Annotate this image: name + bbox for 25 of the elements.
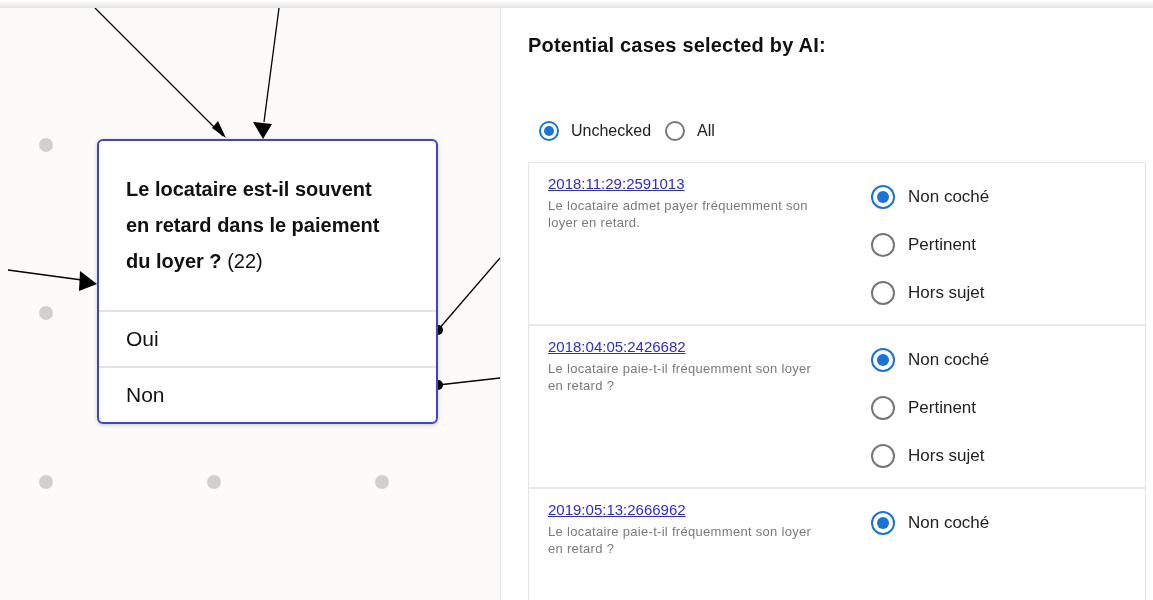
question-node[interactable]: Le locataire est-il souvent en retard dans le paiement du loyer ? (22) Oui Non [97, 139, 438, 424]
filter-radio[interactable]: Unchecked [539, 121, 652, 141]
case-description: Le locataire admet payer fréquemment son loyer en retard. [548, 197, 809, 231]
case-link[interactable]: 2019:05:13:2666962 [548, 501, 686, 518]
case-link[interactable]: 2018:11:29:2591013 [548, 175, 685, 192]
grid-dot [39, 138, 53, 152]
status-radio[interactable]: Non coché [871, 499, 990, 547]
node-question: Le locataire est-il souvent en retard dans le paiement du loyer ? (22) [125, 177, 381, 274]
status-radio[interactable]: Pertinent [871, 221, 990, 269]
status-radio[interactable]: Non coché [871, 336, 990, 384]
filter-radio[interactable]: All [665, 121, 715, 141]
case-description: Le locataire paie-t-il fréquemment son loyer en retard ? [548, 360, 813, 394]
grid-dot [375, 475, 389, 489]
status-radio[interactable]: Hors sujet [871, 269, 990, 317]
status-radio[interactable]: Pertinent [871, 384, 990, 432]
status-radio[interactable]: Hors sujet [871, 432, 990, 480]
case-link[interactable]: 2018:04:05:2426682 [548, 338, 686, 355]
grid-dot [39, 306, 53, 320]
status-radio[interactable]: Non coché [871, 173, 990, 221]
case-description: Le locataire paie-t-il fréquemment son loyer en retard ? [548, 523, 813, 557]
panel-title: Potential cases selected by AI: [528, 34, 827, 57]
node-answer[interactable]: Oui [99, 310, 436, 366]
grid-dot [39, 475, 53, 489]
grid-dot [207, 475, 221, 489]
node-answer[interactable]: Non [99, 366, 436, 422]
